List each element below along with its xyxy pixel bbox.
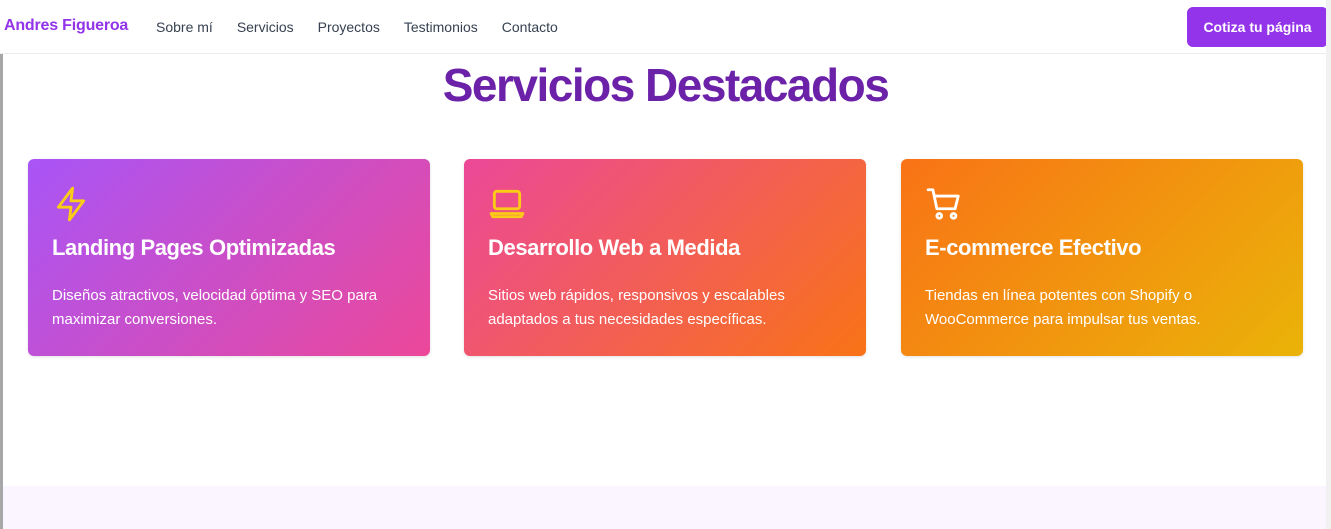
card-title: Desarrollo Web a Medida [488, 235, 741, 260]
nav-links: Sobre mí Servicios Proyectos Testimonios… [156, 19, 558, 35]
page: Andres Figueroa Sobre mí Servicios Proye… [0, 0, 1331, 529]
card-title: Landing Pages Optimizadas [52, 235, 336, 260]
nav-link-testimonios[interactable]: Testimonios [404, 19, 478, 35]
card-description: Sitios web rápidos, responsivos y escala… [488, 287, 785, 328]
shopping-cart-icon [925, 185, 963, 223]
laptop-icon [488, 185, 526, 223]
lightning-icon [52, 185, 90, 223]
navbar: Andres Figueroa Sobre mí Servicios Proye… [0, 0, 1331, 54]
brand-logo[interactable]: Andres Figueroa [4, 17, 128, 35]
nav-link-sobre-mi[interactable]: Sobre mí [156, 19, 213, 35]
service-card-web: Desarrollo Web a Medida Sitios web rápid… [464, 159, 866, 356]
nav-link-servicios[interactable]: Servicios [237, 19, 294, 35]
scrollbar[interactable] [1326, 0, 1331, 529]
next-section-background [3, 486, 1326, 529]
card-description: Tiendas en línea potentes con Shopify o … [925, 287, 1201, 328]
card-description: Diseños atractivos, velocidad óptima y S… [52, 287, 378, 328]
nav-link-proyectos[interactable]: Proyectos [318, 19, 380, 35]
nav-link-contacto[interactable]: Contacto [502, 19, 558, 35]
card-title: E-commerce Efectivo [925, 235, 1142, 260]
cta-button[interactable]: Cotiza tu página [1187, 7, 1328, 47]
section-title: Servicios Destacados [442, 59, 890, 111]
service-card-landing: Landing Pages Optimizadas Diseños atract… [28, 159, 430, 356]
service-card-ecommerce: E-commerce Efectivo Tiendas en línea pot… [901, 159, 1303, 356]
